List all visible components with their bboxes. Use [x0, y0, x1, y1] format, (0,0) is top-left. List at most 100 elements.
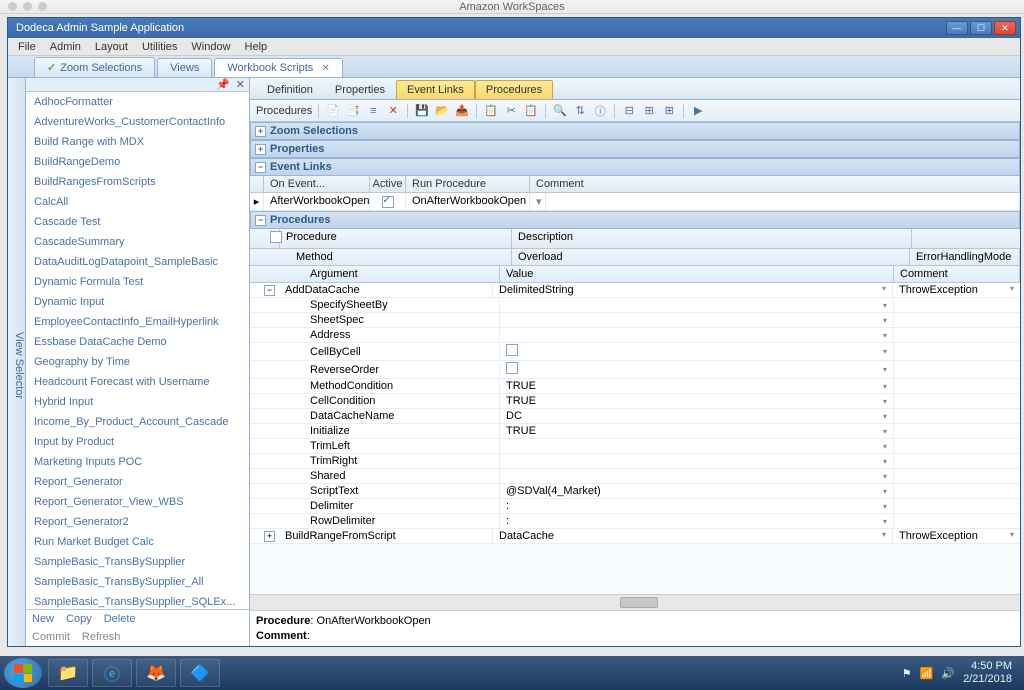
argument-comment-cell[interactable]: [894, 319, 1020, 321]
dropdown-icon[interactable]: ▾: [883, 382, 887, 391]
overload-cell[interactable]: DataCache▾: [493, 529, 893, 543]
error-mode-cell[interactable]: ThrowException▾: [893, 283, 1020, 297]
script-list-item[interactable]: BuildRangesFromScripts: [26, 172, 249, 192]
script-list-item[interactable]: Income_By_Product_Account_Cascade: [26, 412, 249, 432]
script-list-item[interactable]: AdventureWorks_CustomerContactInfo: [26, 112, 249, 132]
new-button[interactable]: New: [32, 613, 54, 625]
paste-icon[interactable]: 📋: [523, 103, 539, 119]
commit-button[interactable]: Commit: [32, 631, 70, 643]
argument-value-cell[interactable]: ▾: [500, 456, 894, 467]
argument-value-cell[interactable]: ▾: [500, 343, 894, 360]
argument-row[interactable]: SpecifySheetBy▾: [250, 298, 1020, 313]
argument-row[interactable]: ScriptText@SDVal(4_Market)▾: [250, 484, 1020, 499]
dropdown-icon[interactable]: ▾: [883, 301, 887, 310]
mac-minimize-dot[interactable]: [23, 2, 32, 11]
refresh-button[interactable]: Refresh: [82, 631, 121, 643]
menu-window[interactable]: Window: [185, 39, 236, 55]
close-tab-icon[interactable]: ✕: [321, 63, 329, 74]
dropdown-icon[interactable]: ▾: [883, 427, 887, 436]
dropdown-icon[interactable]: ▾: [883, 365, 887, 374]
col-comment[interactable]: Comment: [530, 176, 1020, 192]
select-all-checkbox[interactable]: [270, 231, 282, 243]
argument-comment-cell[interactable]: [894, 304, 1020, 306]
dropdown-icon[interactable]: ▾: [883, 472, 887, 481]
cut-icon[interactable]: ✂: [503, 103, 519, 119]
dropdown-icon[interactable]: ▾: [530, 193, 546, 210]
dropdown-icon[interactable]: ▾: [883, 442, 887, 451]
dropdown-icon[interactable]: ▾: [883, 316, 887, 325]
expand-toggle-icon[interactable]: +: [255, 126, 266, 137]
argument-row[interactable]: InitializeTRUE▾: [250, 424, 1020, 439]
col-overload[interactable]: Overload: [512, 249, 910, 265]
taskbar-firefox[interactable]: 🦊: [136, 659, 176, 687]
script-list-item[interactable]: Dynamic Formula Test: [26, 272, 249, 292]
dropdown-icon[interactable]: ▾: [883, 487, 887, 496]
delete-button[interactable]: Delete: [104, 613, 136, 625]
argument-row[interactable]: Delimiter:▾: [250, 499, 1020, 514]
col-run-procedure[interactable]: Run Procedure: [406, 176, 530, 192]
subtab-procedures[interactable]: Procedures: [475, 80, 553, 99]
dropdown-icon[interactable]: ▾: [883, 347, 887, 356]
argument-row[interactable]: RowDelimiter:▾: [250, 514, 1020, 529]
script-list[interactable]: AdhocFormatterAdventureWorks_CustomerCon…: [26, 92, 249, 609]
argument-comment-cell[interactable]: [894, 385, 1020, 387]
pin-icon[interactable]: 📌: [216, 78, 230, 91]
subtab-definition[interactable]: Definition: [256, 80, 324, 99]
dropdown-icon[interactable]: ▾: [882, 284, 886, 296]
start-button[interactable]: [4, 658, 42, 688]
argument-comment-cell[interactable]: [894, 334, 1020, 336]
view-selector-handle[interactable]: View Selector: [8, 78, 26, 646]
argument-comment-cell[interactable]: [894, 351, 1020, 353]
script-list-item[interactable]: DataAuditLogDatapoint_SampleBasic: [26, 252, 249, 272]
subtab-properties[interactable]: Properties: [324, 80, 396, 99]
tab-views[interactable]: Views: [157, 58, 212, 77]
argument-comment-cell[interactable]: [894, 415, 1020, 417]
dropdown-icon[interactable]: ▾: [883, 457, 887, 466]
maximize-button[interactable]: ☐: [970, 21, 992, 35]
taskbar-explorer[interactable]: 📁: [48, 659, 88, 687]
menu-utilities[interactable]: Utilities: [136, 39, 183, 55]
copy-button[interactable]: Copy: [66, 613, 92, 625]
section-procedures[interactable]: − Procedures: [250, 211, 1020, 229]
argument-value-cell[interactable]: ▾: [500, 471, 894, 482]
checkbox-checked-icon[interactable]: [382, 196, 394, 208]
collapse-toggle-icon[interactable]: −: [264, 285, 275, 296]
col-method[interactable]: Method: [290, 249, 512, 265]
panel-close-icon[interactable]: ✕: [236, 78, 245, 91]
script-list-item[interactable]: Build Range with MDX: [26, 132, 249, 152]
argument-comment-cell[interactable]: [894, 460, 1020, 462]
argument-value-cell[interactable]: ▾: [500, 361, 894, 378]
script-list-item[interactable]: Cascade Test: [26, 212, 249, 232]
tab-workbook-scripts[interactable]: Workbook Scripts✕: [214, 58, 342, 77]
procedure-row[interactable]: −AddDataCacheDelimitedString▾ThrowExcept…: [250, 283, 1020, 298]
script-list-item[interactable]: SampleBasic_TransBySupplier: [26, 552, 249, 572]
close-button[interactable]: ✕: [994, 21, 1016, 35]
menu-file[interactable]: File: [12, 39, 42, 55]
dropdown-icon[interactable]: ▾: [1010, 284, 1014, 296]
script-list-item[interactable]: Marketing Inputs POC: [26, 452, 249, 472]
script-list-item[interactable]: EmployeeContactInfo_EmailHyperlink: [26, 312, 249, 332]
argument-value-cell[interactable]: TRUE▾: [500, 379, 894, 393]
col-procedure[interactable]: Procedure: [280, 229, 512, 248]
tray-network-icon[interactable]: 📶: [920, 667, 934, 680]
script-list-item[interactable]: Report_Generator2: [26, 512, 249, 532]
script-list-item[interactable]: CalcAll: [26, 192, 249, 212]
argument-comment-cell[interactable]: [894, 430, 1020, 432]
taskbar-app[interactable]: 🔷: [180, 659, 220, 687]
dropdown-icon[interactable]: ▾: [883, 502, 887, 511]
argument-value-cell[interactable]: ▾: [500, 441, 894, 452]
menu-help[interactable]: Help: [239, 39, 274, 55]
checkbox-icon[interactable]: [506, 344, 518, 356]
tray-flag-icon[interactable]: ⚑: [902, 667, 912, 680]
argument-value-cell[interactable]: ▾: [500, 300, 894, 311]
argument-value-cell[interactable]: ▾: [500, 315, 894, 326]
col-value[interactable]: Value: [500, 266, 894, 282]
script-list-item[interactable]: Essbase DataCache Demo: [26, 332, 249, 352]
argument-value-cell[interactable]: TRUE▾: [500, 394, 894, 408]
menu-layout[interactable]: Layout: [89, 39, 134, 55]
new-icon[interactable]: 📄: [325, 103, 341, 119]
script-list-item[interactable]: Geography by Time: [26, 352, 249, 372]
open-icon[interactable]: 📂: [434, 103, 450, 119]
argument-row[interactable]: TrimRight▾: [250, 454, 1020, 469]
minimize-button[interactable]: —: [946, 21, 968, 35]
